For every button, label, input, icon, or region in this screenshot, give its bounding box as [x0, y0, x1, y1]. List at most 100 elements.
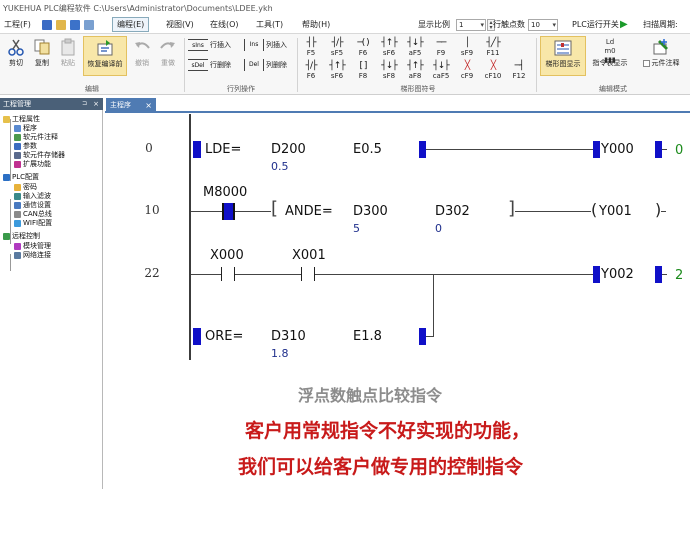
ladder-editor[interactable]: 0 LDE= D200 0.5 E0.5 Y000 0 10 M8000 [ A… [105, 114, 690, 489]
contact-label[interactable]: X000 [210, 248, 244, 263]
operand-2[interactable]: D302 [435, 204, 470, 219]
undo-button[interactable]: 撤销 [130, 36, 154, 76]
play-icon[interactable]: ▶ [620, 17, 628, 33]
comment-checkbox[interactable] [642, 59, 650, 67]
tree-node-params[interactable]: 参数 [14, 142, 37, 151]
copy-button[interactable]: 复制 [29, 36, 55, 76]
instruction-list-button[interactable]: Ld m0 ▮▮▮ 指令表显示 [589, 36, 631, 76]
tree-node-module-mgmt[interactable]: 模块管理 [14, 242, 51, 251]
col-insert-button[interactable]: Ins 列插入 [244, 38, 287, 52]
rung-wire [235, 211, 271, 212]
scissors-icon [8, 39, 24, 56]
delete-vline-button[interactable]: ╳ cF10 [483, 60, 503, 82]
operand-1[interactable]: D200 [271, 142, 306, 157]
tree-node-comments[interactable]: 软元件注释 [14, 133, 58, 142]
contact-label[interactable]: X001 [292, 248, 326, 263]
row-delete-button[interactable]: sDel 行删除 [188, 58, 231, 72]
parallel-nc-button[interactable]: ┤/├ F6 [301, 60, 321, 82]
parallel-fall-button[interactable]: ┤↓├ sF8 [379, 60, 399, 82]
row-insert-button[interactable]: sIns 行插入 [188, 38, 231, 52]
instruction-label[interactable]: ORE= [205, 329, 243, 344]
coil-button[interactable]: ─( ) F6 [353, 37, 373, 59]
menu-tools[interactable]: 工具(T) [252, 17, 287, 33]
operand-2-value: 0 [435, 222, 442, 235]
contact-label[interactable]: M8000 [203, 185, 247, 200]
contact-no-button[interactable]: ┤├ F5 [301, 37, 321, 59]
op-rise-button[interactable]: ┤↑├ aF8 [405, 60, 425, 82]
close-icon[interactable]: × [93, 98, 99, 110]
tree-node-project-props[interactable]: 工程属性 [3, 115, 40, 124]
filter-icon [14, 192, 21, 200]
module-icon [14, 242, 21, 250]
vline-button[interactable]: │ sF9 [457, 37, 477, 59]
cut-button[interactable]: 剪切 [3, 36, 29, 76]
open-folder-icon[interactable] [56, 20, 66, 30]
operand-2[interactable]: E1.8 [353, 329, 382, 344]
tree-node-program[interactable]: 程序 [14, 124, 37, 133]
output-coil[interactable]: Y001 [599, 204, 632, 219]
instruction-button[interactable]: [ ] F8 [353, 60, 373, 82]
col-delete-button[interactable]: Del 列删除 [244, 58, 287, 72]
left-power-rail [189, 114, 191, 360]
redo-button[interactable]: 重做 [156, 36, 180, 76]
ladder-display-button[interactable]: 梯形图显示 [540, 36, 586, 76]
tree-node-can-bus[interactable]: CAN总线 [14, 210, 52, 219]
contact-nc-button[interactable]: ┤/├ sF5 [327, 37, 347, 59]
instruction-list-label: 指令表显示 [592, 59, 628, 67]
undo-icon [135, 42, 150, 49]
delete-hline-button[interactable]: ╳ cF9 [457, 60, 477, 82]
contact-x000[interactable] [221, 267, 235, 281]
row-delete-icon: sDel [188, 59, 208, 71]
delete-hline-key: cF9 [460, 72, 474, 80]
rung-wire [191, 274, 221, 275]
pin-icon[interactable]: ⊐ [82, 98, 87, 110]
restore-label: 恢复编译前 [87, 60, 123, 68]
end-rung-button[interactable]: ─┤ F12 [509, 60, 529, 82]
tree-node-comm-settings[interactable]: 通信设置 [14, 201, 51, 210]
save-icon[interactable] [70, 20, 80, 30]
menu-project[interactable]: 工程(F) [0, 17, 35, 33]
tree-node-wifi[interactable]: WIFI配置 [14, 219, 52, 228]
tree-node-plc-config[interactable]: PLC配置 [3, 173, 39, 182]
output-coil[interactable]: Y002 [601, 267, 634, 282]
tree-node-remote-control[interactable]: 远程控制 [3, 232, 40, 241]
tree-node-input-filter[interactable]: 输入滤波 [14, 192, 51, 201]
tree-node-network[interactable]: 网络连接 [14, 251, 51, 260]
invert-button[interactable]: ┤╱├ F11 [483, 37, 503, 59]
tree-node-device-memory[interactable]: 软元件存储器 [14, 151, 65, 160]
instruction-label[interactable]: LDE= [205, 142, 241, 157]
operand-2[interactable]: E0.5 [353, 142, 382, 157]
falling-edge-button[interactable]: ┤↓├ aF5 [405, 37, 425, 59]
menu-online[interactable]: 在线(O) [206, 17, 243, 33]
menu-programming[interactable]: 编程(E) [112, 17, 150, 32]
col-delete-label: 列删除 [266, 61, 287, 69]
comment-toggle[interactable]: 元件注释 [636, 36, 686, 76]
tree-node-password[interactable]: 密码 [14, 183, 37, 192]
menu-view[interactable]: 视图(V) [162, 17, 198, 33]
row-points-select[interactable]: 10 [528, 19, 558, 31]
new-file-icon[interactable] [42, 20, 52, 30]
restore-compile-button[interactable]: 恢复编译前 [83, 36, 127, 76]
tab-main-program[interactable]: 主程序 × [106, 98, 156, 113]
hline-button[interactable]: ── F9 [431, 37, 451, 59]
params-icon [14, 142, 21, 150]
op-rise-key: aF8 [408, 72, 422, 80]
contact-x001[interactable] [301, 267, 315, 281]
rising-edge-button[interactable]: ┤↑├ sF6 [379, 37, 399, 59]
row-insert-label: 行插入 [210, 41, 231, 49]
operand-1[interactable]: D300 [353, 204, 388, 219]
output-coil[interactable]: Y000 [601, 142, 634, 157]
tree-node-extensions[interactable]: 扩展功能 [14, 160, 51, 169]
display-ratio-select[interactable]: 1 [456, 19, 486, 31]
tab-close-icon[interactable]: × [145, 98, 152, 113]
parallel-rise-button[interactable]: ┤↑├ sF6 [327, 60, 347, 82]
menu-help[interactable]: 帮助(H) [298, 17, 334, 33]
paste-button[interactable]: 粘贴 [55, 36, 81, 76]
contact-m8000-active[interactable] [222, 203, 235, 220]
operand-1[interactable]: D310 [271, 329, 306, 344]
col-insert-label: 列插入 [266, 41, 287, 49]
quick-tool-icon[interactable] [84, 20, 94, 30]
instruction-label[interactable]: ANDE= [285, 204, 333, 219]
op-fall-button[interactable]: ┤↓├ caF5 [431, 60, 451, 82]
mode-group-label: 编辑模式 [599, 85, 627, 93]
